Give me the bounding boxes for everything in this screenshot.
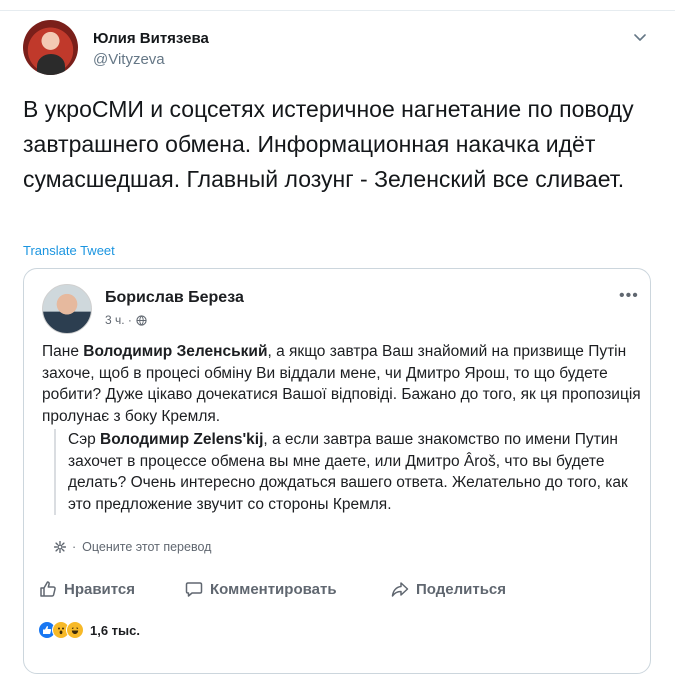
- tweet: Юлия Витязева @Vityzeva В укроСМИ и соцс…: [0, 0, 675, 679]
- post-actions: Нравится Комментировать Поделиться: [24, 575, 650, 605]
- chevron-down-icon[interactable]: [632, 29, 648, 45]
- post-text-translation: Сэр Володимир Zelens'kij, а если завтра …: [68, 429, 644, 515]
- author-name[interactable]: Юлия Витязева: [93, 30, 209, 47]
- thumbs-up-icon: [40, 581, 56, 597]
- gear-icon: [54, 541, 66, 553]
- mention-name: Володимир Зеленський: [83, 343, 268, 360]
- post-text-ukrainian: Пане Володимир Зеленський, а якщо завтра…: [42, 341, 642, 427]
- rate-translation-link: Оцените этот перевод: [82, 540, 212, 554]
- reactions-count: 1,6 тыс.: [90, 622, 140, 638]
- share-button: Поделиться: [390, 579, 506, 599]
- share-label: Поделиться: [416, 580, 507, 598]
- post-text-part: Пане: [42, 343, 84, 360]
- author-avatar[interactable]: [23, 20, 78, 75]
- quoted-author-avatar: [42, 284, 92, 334]
- separator-dot: ·: [72, 540, 77, 554]
- share-icon: [391, 582, 409, 597]
- reactions-summary: 1,6 тыс.: [38, 621, 140, 639]
- haha-reaction-icon: [66, 621, 84, 639]
- translation-mention-name: Володимир Zelens'kij: [100, 431, 264, 448]
- more-options-button: •••: [619, 287, 639, 304]
- translation-block: Сэр Володимир Zelens'kij, а если завтра …: [54, 429, 644, 515]
- like-label: Нравится: [64, 580, 136, 598]
- embedded-image-facebook-post[interactable]: Борислав Береза 3 ч. · ••• Пане Володими…: [23, 268, 651, 674]
- translation-text-part: Сэр: [68, 431, 101, 448]
- translate-tweet-link[interactable]: Translate Tweet: [23, 243, 115, 258]
- tweet-text: В укроСМИ и соцсетях истеричное нагнетан…: [23, 96, 634, 192]
- globe-icon: [136, 314, 147, 326]
- like-button: Нравится: [38, 579, 135, 599]
- comment-label: Комментировать: [210, 580, 337, 598]
- quoted-author-name: Борислав Береза: [105, 289, 244, 306]
- divider: [0, 10, 675, 11]
- post-time: 3 ч. ·: [105, 313, 132, 327]
- post-timestamp: 3 ч. ·: [105, 313, 147, 327]
- comment-button: Комментировать: [184, 579, 337, 599]
- rate-translation-row: · Оцените этот перевод: [54, 540, 211, 554]
- author-handle[interactable]: @Vityzeva: [93, 51, 165, 68]
- comment-icon: [185, 582, 203, 597]
